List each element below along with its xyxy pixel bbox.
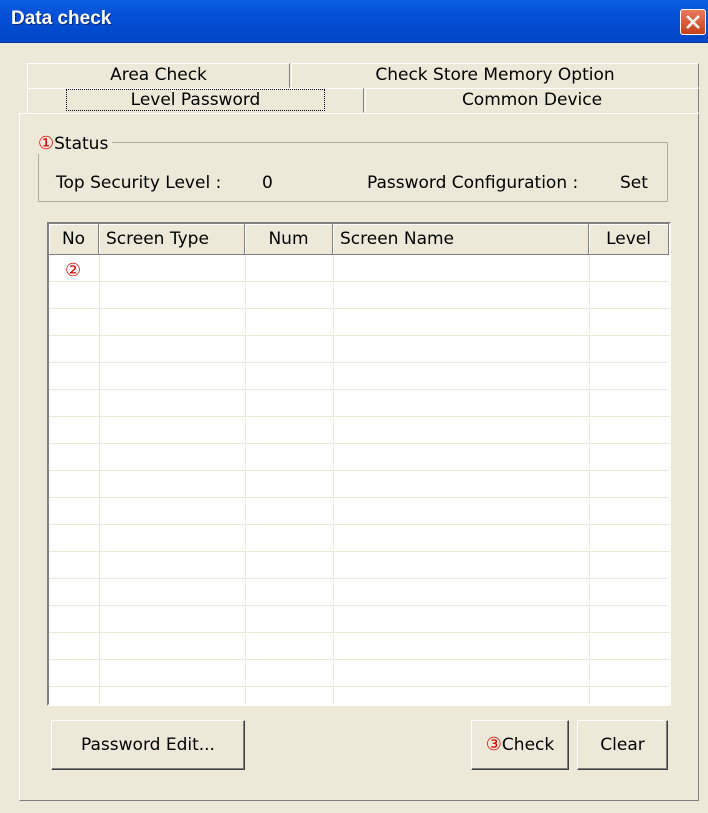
table-row[interactable] — [49, 687, 669, 704]
tab-label: Level Password — [65, 89, 326, 111]
column-divider — [99, 255, 100, 704]
table-row[interactable] — [49, 282, 669, 309]
table-row[interactable] — [49, 525, 669, 552]
password-configuration-label: Password Configuration : — [367, 173, 579, 193]
table-row[interactable] — [49, 255, 669, 282]
table-row[interactable] — [49, 309, 669, 336]
annotation-marker-3: ③ — [485, 734, 502, 755]
clear-button[interactable]: Clear — [577, 720, 668, 770]
table-row[interactable] — [49, 552, 669, 579]
table-row[interactable] — [49, 363, 669, 390]
column-header-screen-name[interactable]: Screen Name — [333, 224, 589, 255]
status-legend: ①Status — [36, 133, 113, 154]
check-button-label: Check — [501, 735, 555, 755]
tab-label: Check Store Memory Option — [375, 65, 615, 85]
column-header-num[interactable]: Num — [245, 224, 333, 255]
check-button[interactable]: ③Check — [471, 720, 569, 770]
window-title: Data check — [11, 8, 112, 29]
column-divider — [333, 255, 334, 704]
password-configuration-value: Set — [620, 173, 648, 193]
status-legend-label: Status — [54, 134, 109, 154]
column-header-no[interactable]: No — [49, 224, 99, 255]
column-header-screen-type[interactable]: Screen Type — [99, 224, 245, 255]
table-row[interactable] — [49, 471, 669, 498]
table-row[interactable] — [49, 660, 669, 687]
top-security-level-value: 0 — [262, 173, 273, 193]
column-header-level[interactable]: Level — [589, 224, 669, 255]
table-row[interactable] — [49, 498, 669, 525]
title-bar[interactable]: Data check — [0, 0, 708, 43]
tab-label: Area Check — [110, 65, 207, 85]
table-row[interactable] — [49, 417, 669, 444]
password-edit-button[interactable]: Password Edit... — [51, 720, 245, 770]
table-row[interactable] — [49, 606, 669, 633]
table-row[interactable] — [49, 444, 669, 471]
tab-area-check[interactable]: Area Check — [27, 63, 290, 88]
table-header: No Screen Type Num Screen Name Level — [49, 224, 669, 255]
tab-label: Common Device — [461, 90, 603, 110]
top-security-level-label: Top Security Level : — [56, 173, 222, 193]
tab-check-store-memory-option[interactable]: Check Store Memory Option — [291, 63, 699, 88]
close-icon — [686, 15, 700, 29]
annotation-marker-2: ② — [65, 260, 82, 281]
table-row[interactable] — [49, 579, 669, 606]
table-row[interactable] — [49, 390, 669, 417]
screen-list-table[interactable]: No Screen Type Num Screen Name Level ② — [47, 222, 671, 706]
annotation-marker-1: ① — [38, 133, 55, 154]
table-row[interactable] — [49, 336, 669, 363]
status-group — [38, 142, 668, 202]
table-row[interactable] — [49, 633, 669, 660]
tab-level-password[interactable]: Level Password — [27, 88, 364, 113]
column-divider — [245, 255, 246, 704]
tab-common-device[interactable]: Common Device — [365, 88, 699, 113]
close-button[interactable] — [680, 9, 706, 35]
column-divider — [589, 255, 590, 704]
